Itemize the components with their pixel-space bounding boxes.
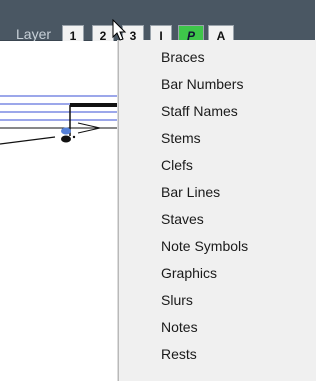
menu-item-bar-lines[interactable]: Bar Lines (119, 179, 316, 205)
menu-item-bar-numbers[interactable]: Bar Numbers (119, 71, 316, 97)
layer-context-menu: Braces Bar Numbers Staff Names Stems Cle… (118, 40, 316, 381)
menu-item-notes[interactable]: Notes (119, 314, 316, 340)
menu-item-staves[interactable]: Staves (119, 206, 316, 232)
layer-toolbar: Layer 1 2 3 I P A (0, 0, 315, 45)
mouse-pointer-icon (112, 19, 127, 41)
staff-notation (0, 95, 120, 145)
menu-item-graphics[interactable]: Graphics (119, 260, 316, 286)
menu-item-braces[interactable]: Braces (119, 44, 316, 70)
menu-item-note-symbols[interactable]: Note Symbols (119, 233, 316, 259)
menu-item-slurs[interactable]: Slurs (119, 287, 316, 313)
score-area[interactable] (0, 41, 120, 381)
menu-item-rests[interactable]: Rests (119, 341, 316, 367)
menu-item-clefs[interactable]: Clefs (119, 152, 316, 178)
menu-item-stems[interactable]: Stems (119, 125, 316, 151)
menu-item-staff-names[interactable]: Staff Names (119, 98, 316, 124)
layer-label: Layer (16, 26, 52, 42)
